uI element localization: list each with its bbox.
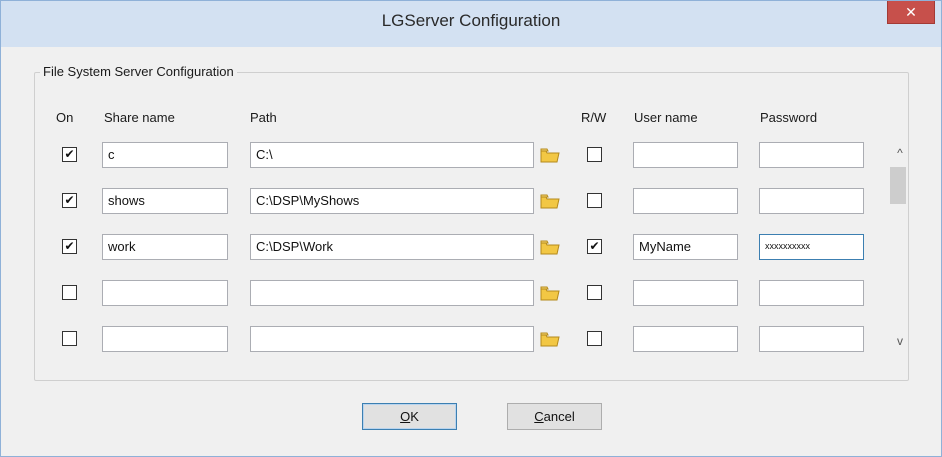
- row-on-checkbox[interactable]: ✔: [62, 193, 77, 208]
- row-on-checkbox[interactable]: ✔: [62, 147, 77, 162]
- row-rw-checkbox[interactable]: [587, 331, 602, 346]
- scroll-up-arrow-icon[interactable]: ^: [892, 146, 908, 160]
- header-share-name: Share name: [104, 110, 175, 125]
- window-title: LGServer Configuration: [381, 11, 561, 30]
- share-name-input[interactable]: shows: [102, 188, 228, 214]
- row-on-checkbox[interactable]: [62, 331, 77, 346]
- folder-browse-icon[interactable]: [540, 239, 560, 255]
- password-input[interactable]: xxxxxxxxxx: [759, 234, 864, 260]
- user-name-input[interactable]: [633, 280, 738, 306]
- user-name-input[interactable]: [633, 188, 738, 214]
- row-rw-checkbox[interactable]: [587, 193, 602, 208]
- user-name-input[interactable]: MyName: [633, 234, 738, 260]
- path-input[interactable]: [250, 326, 534, 352]
- row-on-checkbox[interactable]: [62, 285, 77, 300]
- row-rw-checkbox[interactable]: [587, 285, 602, 300]
- header-user-name: User name: [634, 110, 698, 125]
- row-rw-checkbox[interactable]: [587, 147, 602, 162]
- group-legend: File System Server Configuration: [40, 64, 237, 79]
- share-name-input[interactable]: work: [102, 234, 228, 260]
- path-input[interactable]: C:\DSP\MyShows: [250, 188, 534, 214]
- header-on: On: [56, 110, 74, 125]
- header-password: Password: [760, 110, 818, 125]
- ok-accelerator: O: [400, 409, 411, 424]
- row-rw-checkbox[interactable]: ✔: [587, 239, 602, 254]
- path-input[interactable]: C:\: [250, 142, 534, 168]
- password-input[interactable]: [759, 326, 864, 352]
- path-input[interactable]: C:\DSP\Work: [250, 234, 534, 260]
- scrollbar-thumb[interactable]: [890, 167, 906, 204]
- share-name-input[interactable]: [102, 326, 228, 352]
- header-rw: R/W: [581, 110, 607, 125]
- ok-button[interactable]: OK: [362, 403, 457, 430]
- folder-browse-icon[interactable]: [540, 147, 560, 163]
- share-name-input[interactable]: c: [102, 142, 228, 168]
- share-name-input[interactable]: [102, 280, 228, 306]
- cancel-button[interactable]: Cancel: [507, 403, 602, 430]
- row-on-checkbox[interactable]: ✔: [62, 239, 77, 254]
- close-button[interactable]: ✕: [887, 1, 935, 24]
- folder-browse-icon[interactable]: [540, 193, 560, 209]
- scroll-down-arrow-icon[interactable]: v: [892, 334, 908, 348]
- header-path: Path: [250, 110, 277, 125]
- user-name-input[interactable]: [633, 326, 738, 352]
- password-input[interactable]: [759, 280, 864, 306]
- path-input[interactable]: [250, 280, 534, 306]
- ok-label: K: [410, 409, 419, 424]
- cancel-label: ancel: [543, 409, 575, 424]
- folder-browse-icon[interactable]: [540, 331, 560, 347]
- password-input[interactable]: [759, 188, 864, 214]
- folder-browse-icon[interactable]: [540, 285, 560, 301]
- title-bar: LGServer Configuration ✕: [1, 1, 941, 47]
- cancel-accelerator: C: [534, 409, 544, 424]
- password-input[interactable]: [759, 142, 864, 168]
- user-name-input[interactable]: [633, 142, 738, 168]
